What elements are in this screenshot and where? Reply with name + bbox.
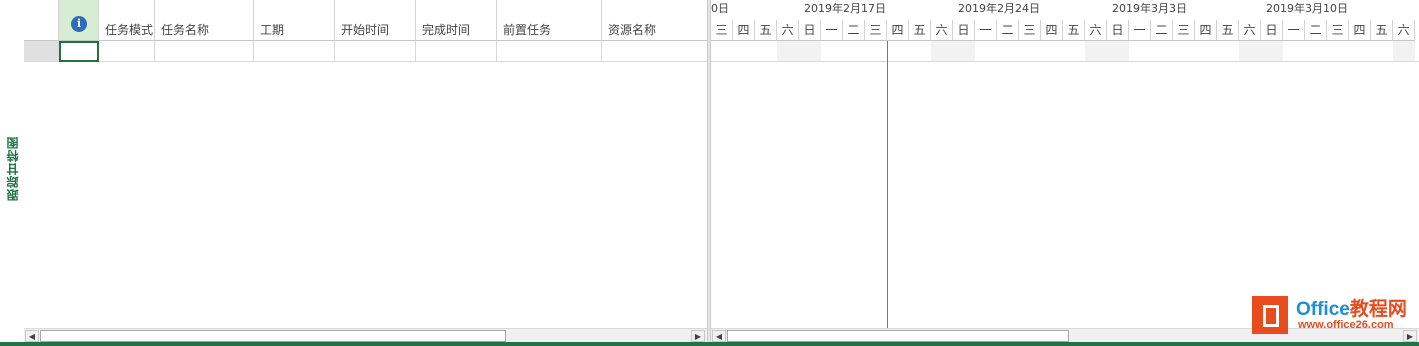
resource-names-cell[interactable] — [602, 41, 708, 62]
timescale-day-label: 三 — [1173, 20, 1195, 41]
selected-indicator-cell[interactable] — [59, 41, 99, 62]
col-label: 前置任务 — [503, 23, 552, 37]
timescale-week-label: 0日 — [711, 2, 729, 15]
timescale-day-label: 一 — [821, 20, 843, 41]
timescale-day-label: 六 — [1239, 20, 1261, 41]
timescale-day-label: 六 — [777, 20, 799, 41]
nonworking-day-shade — [799, 41, 821, 62]
timescale-day-label: 三 — [711, 20, 733, 41]
table-horizontal-scrollbar[interactable]: ◀ ▶ — [24, 328, 707, 342]
timescale-day-label: 五 — [1217, 20, 1239, 41]
scroll-thumb[interactable] — [727, 330, 1069, 342]
timescale-day-label: 四 — [887, 20, 909, 41]
col-header-task-mode[interactable]: 任务模式 — [99, 0, 155, 41]
nonworking-day-shade — [931, 41, 953, 62]
timescale-day-label: 二 — [1305, 20, 1327, 41]
info-icon: i — [71, 16, 87, 32]
office-logo-icon — [1252, 296, 1288, 334]
timescale-day-label: 六 — [1085, 20, 1107, 41]
task-name-cell[interactable] — [155, 41, 254, 62]
watermark-url: www.office26.com — [1298, 319, 1394, 331]
gantt-row-line — [711, 61, 1419, 62]
timescale-day-label: 二 — [843, 20, 865, 41]
watermark-title-suffix: 教程网 — [1349, 299, 1407, 320]
timescale-day-label: 四 — [1349, 20, 1371, 41]
scroll-left-button[interactable]: ◀ — [25, 330, 39, 342]
timescale-day-label: 日 — [953, 20, 975, 41]
nonworking-day-shade — [1107, 41, 1129, 62]
scroll-thumb[interactable] — [40, 330, 506, 342]
timescale-day-label: 四 — [1195, 20, 1217, 41]
nonworking-day-shade — [1085, 41, 1107, 62]
row-number-cell[interactable] — [24, 41, 59, 62]
timescale-day-label: 二 — [1151, 20, 1173, 41]
timescale-week-label: 2019年3月10日 — [1266, 2, 1348, 15]
timescale-day-label: 一 — [1129, 20, 1151, 41]
current-date-line — [887, 40, 888, 328]
status-bar — [0, 342, 1419, 346]
duration-cell[interactable] — [254, 41, 335, 62]
timescale-day-label: 一 — [1283, 20, 1305, 41]
timescale-week-label: 2019年3月3日 — [1112, 2, 1187, 15]
timescale-day-label: 四 — [1041, 20, 1063, 41]
view-bar[interactable]: 跟踪甘特图 — [0, 0, 24, 346]
nonworking-day-shade — [777, 41, 799, 62]
watermark-title-prefix: Office — [1296, 299, 1350, 320]
start-cell[interactable] — [335, 41, 416, 62]
watermark-title: Office教程网 — [1296, 294, 1407, 321]
timescale-day-label: 三 — [865, 20, 887, 41]
predecessors-cell[interactable] — [497, 41, 602, 62]
timescale-day-label: 五 — [909, 20, 931, 41]
nonworking-day-shade — [1239, 41, 1261, 62]
scroll-right-button[interactable]: ▶ — [691, 330, 705, 342]
nonworking-day-shade — [953, 41, 975, 62]
col-label: 开始时间 — [341, 23, 390, 37]
col-header-task-name[interactable]: 任务名称 — [155, 0, 254, 41]
scroll-left-button[interactable]: ◀ — [712, 330, 726, 342]
watermark: Office教程网 www.office26.com — [1252, 294, 1416, 342]
col-label: 工期 — [260, 23, 285, 37]
timescale-day-label: 日 — [799, 20, 821, 41]
nonworking-day-shade — [1393, 41, 1415, 62]
timescale-day-label: 六 — [931, 20, 953, 41]
timescale-day-label: 六 — [1393, 20, 1415, 41]
col-header-start[interactable]: 开始时间 — [335, 0, 416, 41]
col-header-predecessors[interactable]: 前置任务 — [497, 0, 602, 41]
timescale-day-label: 四 — [733, 20, 755, 41]
finish-cell[interactable] — [416, 41, 497, 62]
timescale-day-label: 五 — [1371, 20, 1393, 41]
col-label: 任务名称 — [161, 23, 210, 37]
timescale-day-label: 日 — [1261, 20, 1283, 41]
timescale-day-label: 一 — [975, 20, 997, 41]
col-label: 任务模式 — [105, 23, 154, 37]
timescale-day-label: 二 — [997, 20, 1019, 41]
timescale-day-label: 日 — [1107, 20, 1129, 41]
timescale-day-label: 五 — [755, 20, 777, 41]
col-header-finish[interactable]: 完成时间 — [416, 0, 497, 41]
timescale-week-label: 2019年2月24日 — [958, 2, 1040, 15]
gantt-chart-pane[interactable]: 0日 2019年2月17日 2019年2月24日 2019年3月3日 2019年… — [711, 0, 1419, 328]
timescale-day-label: 五 — [1063, 20, 1085, 41]
indicators-column-header[interactable]: i — [59, 0, 99, 41]
task-table: i 任务模式 任务名称 工期 开始时间 完成时间 前置任务 资源名称 — [24, 0, 708, 328]
col-label: 完成时间 — [422, 23, 471, 37]
col-label: 资源名称 — [608, 23, 657, 37]
timescale-day-label: 三 — [1019, 20, 1041, 41]
view-label: 跟踪甘特图 — [6, 136, 20, 201]
timescale-day-label: 三 — [1327, 20, 1349, 41]
col-header-resource-names[interactable]: 资源名称 — [602, 0, 708, 41]
timescale-week-label: 2019年2月17日 — [804, 2, 886, 15]
nonworking-day-shade — [1261, 41, 1283, 62]
task-mode-cell[interactable] — [99, 41, 155, 62]
col-header-duration[interactable]: 工期 — [254, 0, 335, 41]
row-header-corner[interactable] — [24, 0, 59, 41]
